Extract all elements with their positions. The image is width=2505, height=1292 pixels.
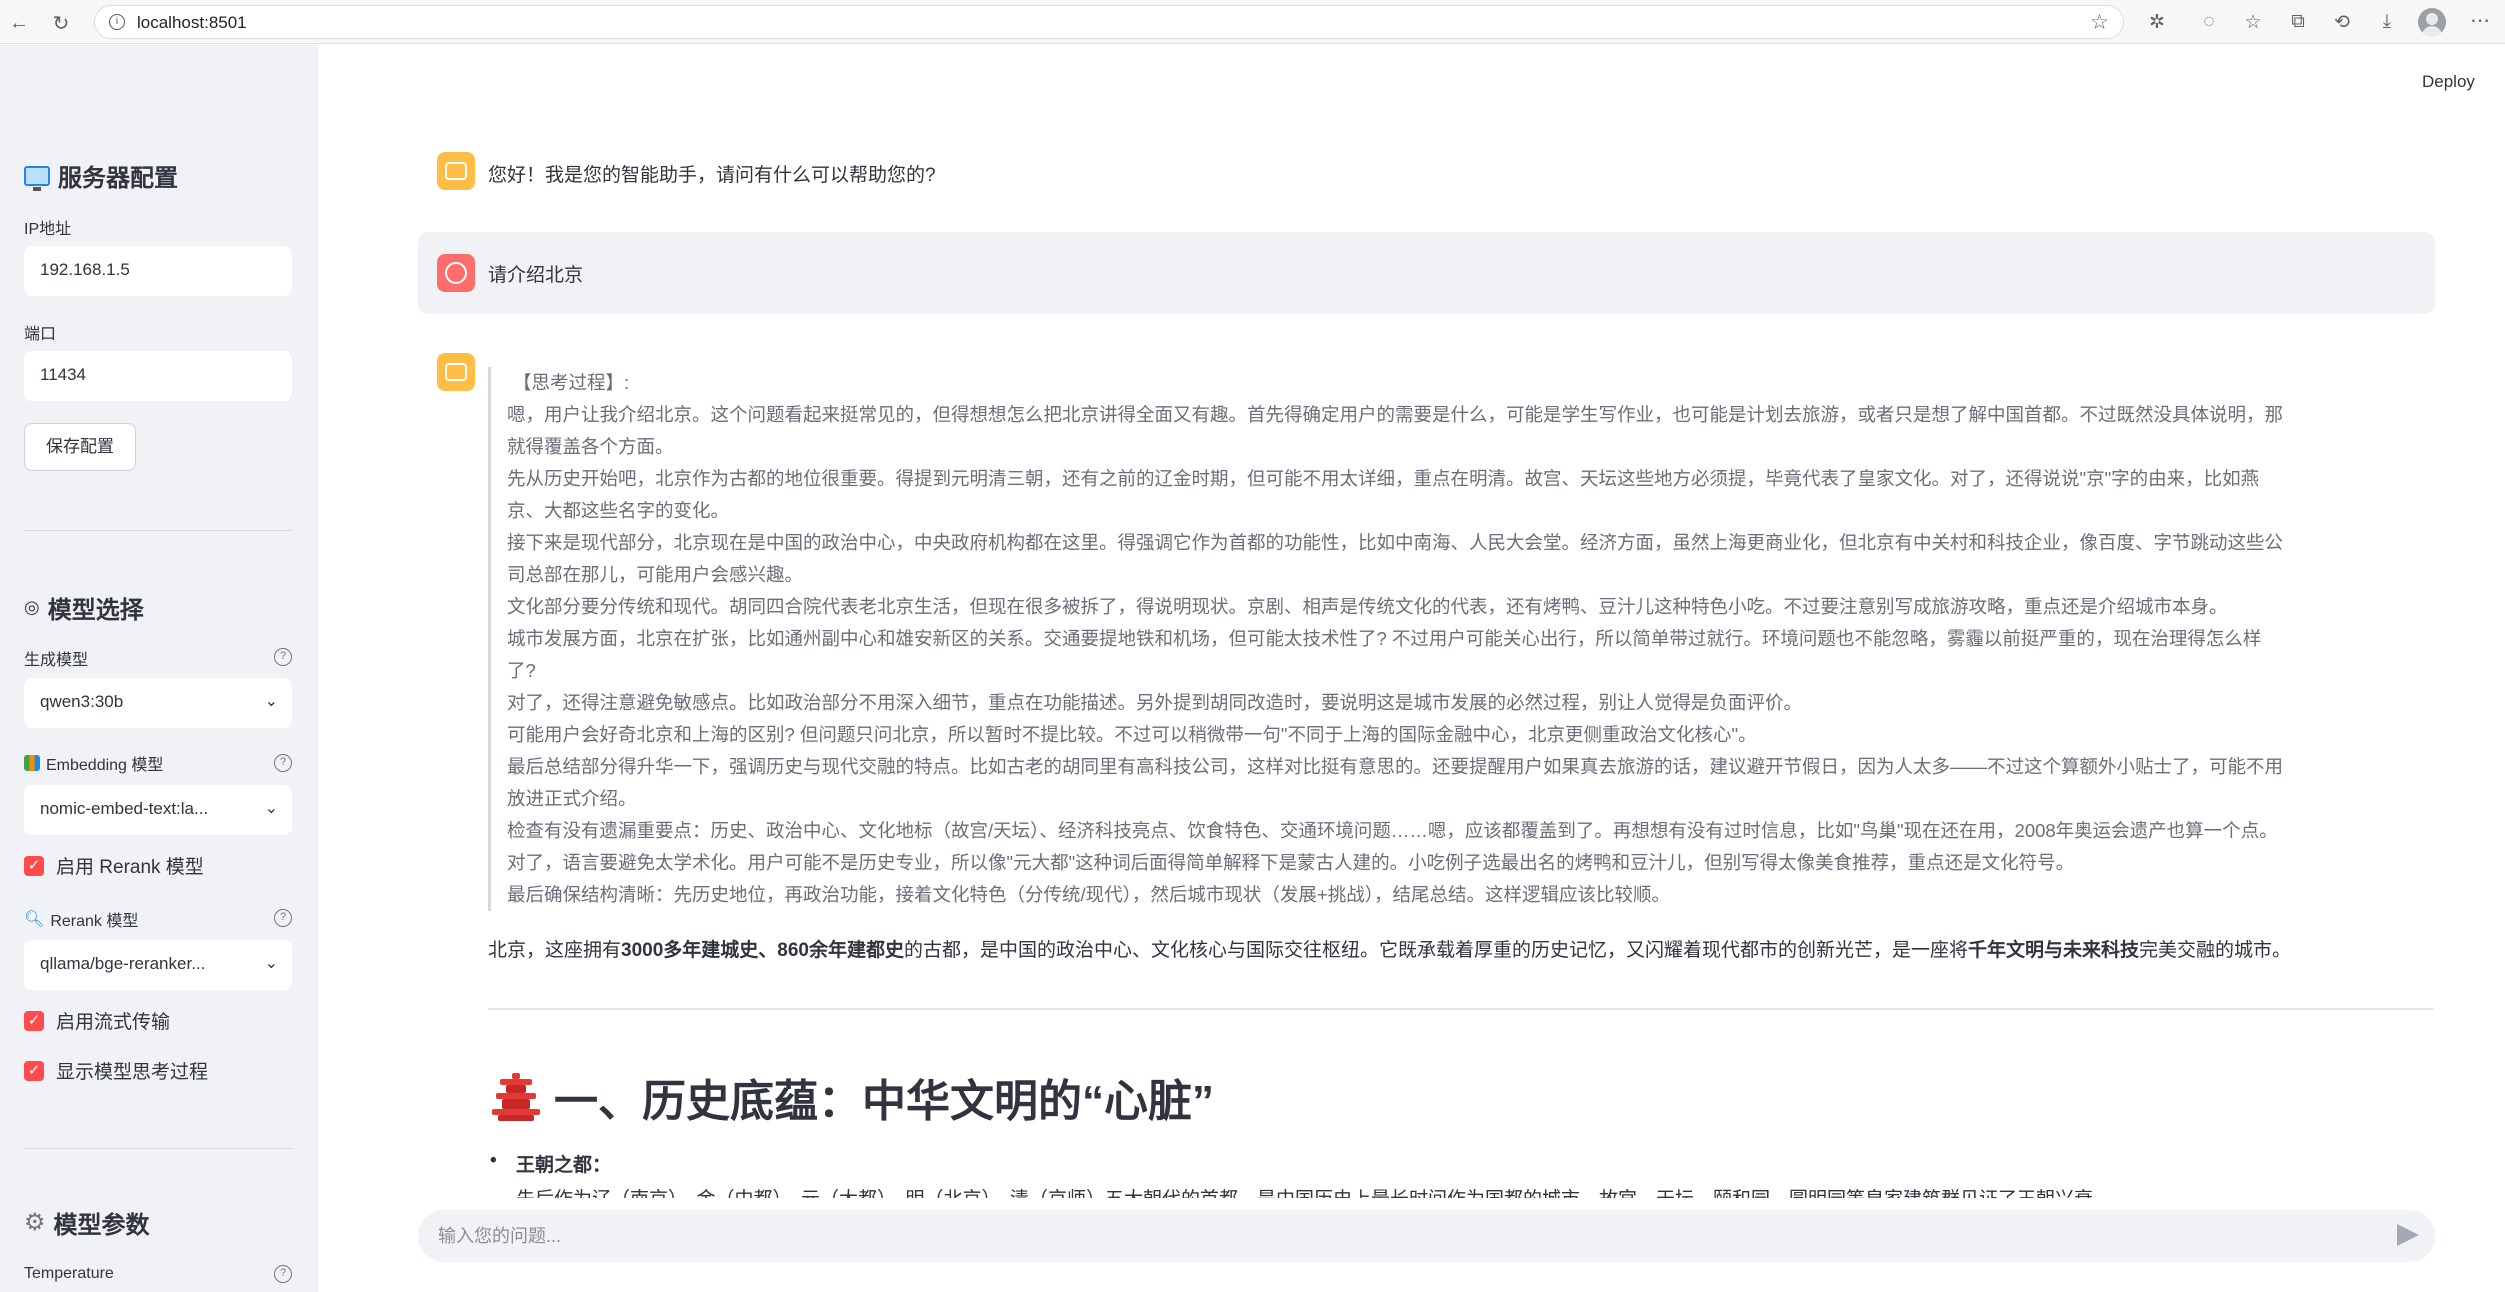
thinking-line: 城市发展方面，北京在扩张，比如通州副中心和雄安新区的关系。交通要提地铁和机场，但…: [507, 628, 2262, 649]
thinking-line: 了?: [507, 660, 536, 681]
thinking-line: 最后总结部分得升华一下，强调历史与现代交融的特点。比如古老的胡同里有高科技公司，…: [507, 756, 2284, 777]
thinking-line: 先从历史开始吧，北京作为古都的地位很重要。得提到元明清三朝，还有之前的辽金时期，…: [507, 468, 2260, 489]
thinking-line: 放进正式介绍。: [507, 788, 637, 809]
collections-icon[interactable]: ⧉: [2284, 8, 2312, 36]
section-heading: 一、历史底蕴：中华文明的“心脏”: [492, 1065, 1214, 1129]
sidebar: 服务器配置 IP地址 192.168.1.5 端口 11434 保存配置 ◎ 模…: [0, 45, 318, 1292]
embedding-select[interactable]: nomic-embed-text:la... ⌄: [24, 785, 292, 835]
url-text: localhost:8501: [137, 13, 247, 32]
address-bar[interactable]: i localhost:8501 ☆: [94, 5, 2124, 39]
downloads-icon[interactable]: ⤓: [2373, 8, 2401, 36]
port-input[interactable]: 11434: [24, 351, 292, 401]
star-icon[interactable]: ☆: [2090, 10, 2109, 35]
bot-avatar-icon: [437, 152, 475, 190]
model-select-heading: ◎ 模型选择: [24, 597, 144, 624]
thinking-process: 【思考过程】: 嗯，用户让我介绍北京。这个问题看起来挺常见的，但得想想怎么把北京讲…: [488, 367, 2428, 911]
server-config-heading: 服务器配置: [24, 158, 178, 193]
user-message-text: 请介绍北京: [488, 265, 584, 286]
gen-model-label: 生成模型: [24, 652, 89, 669]
history-icon[interactable]: ⟲: [2328, 8, 2356, 36]
rerank-select[interactable]: qllama/bge-reranker... ⌄: [24, 940, 292, 990]
thinking-line: 对了，语言要避免太学术化。用户可能不是历史专业，所以像"元大都"这种词后面得简单…: [507, 852, 2075, 873]
thinking-line: 司总部在那儿，可能用户会感兴趣。: [507, 564, 804, 585]
divider: [24, 530, 292, 531]
thinking-line: 京、大都这些名字的变化。: [507, 500, 730, 521]
divider: [24, 1148, 292, 1149]
back-icon[interactable]: ←: [4, 8, 34, 38]
deploy-button[interactable]: Deploy: [2422, 72, 2475, 92]
help-icon[interactable]: ?: [274, 754, 292, 772]
thinking-line: 嗯，用户让我介绍北京。这个问题看起来挺常见的，但得想想怎么把北京讲得全面又有趣。…: [507, 404, 2284, 425]
gear-icon: ⚙: [24, 1209, 46, 1236]
list-item: 王朝之都：: [490, 1150, 611, 1177]
stream-checkbox[interactable]: ✓ 启用流式传输: [24, 1007, 170, 1034]
assistant-greeting: 您好！我是您的智能助手，请问有什么可以帮助您的?: [488, 165, 936, 186]
show-think-checkbox[interactable]: ✓ 显示模型思考过程: [24, 1057, 208, 1084]
reload-icon[interactable]: ↻: [46, 8, 76, 38]
user-avatar-icon: [437, 254, 475, 292]
thinking-line: 【思考过程】:: [513, 372, 630, 393]
chat-input[interactable]: [438, 1222, 2338, 1250]
user-message: [418, 232, 2435, 314]
checkbox-icon[interactable]: ✓: [24, 1060, 44, 1081]
checkbox-icon[interactable]: ✓: [24, 855, 44, 876]
thinking-line: 检查有没有遗漏重要点：历史、政治中心、文化地标（故宫/天坛）、经济科技亮点、饮食…: [507, 820, 2278, 841]
rerank-checkbox[interactable]: ✓ 启用 Rerank 模型: [24, 852, 204, 879]
gen-model-select[interactable]: qwen3:30b ⌄: [24, 678, 292, 728]
more-icon[interactable]: ⋯: [2470, 8, 2490, 33]
thinking-line: 就得覆盖各个方面。: [507, 436, 674, 457]
favorites-icon[interactable]: ☆: [2239, 8, 2267, 36]
magnifier-icon: 🔍︎: [24, 911, 45, 928]
info-icon[interactable]: i: [109, 14, 125, 30]
help-icon[interactable]: ?: [274, 648, 292, 666]
browser-toolbar: ← ↻ i localhost:8501 ☆ ✲ ◌ ☆ ⧉ ⟲ ⤓ ⋯: [0, 0, 2505, 44]
copilot-icon[interactable]: ◌: [2195, 8, 2223, 36]
embedding-label: Embedding 模型: [24, 751, 163, 775]
ip-label: IP地址: [24, 221, 72, 238]
profile-icon[interactable]: [2418, 8, 2446, 36]
ip-input[interactable]: 192.168.1.5: [24, 246, 292, 296]
help-icon[interactable]: ?: [274, 909, 292, 927]
thinking-line: 可能用户会好奇北京和上海的区别? 但问题只问北京，所以暂时不提比较。不过可以稍微…: [507, 724, 1757, 745]
help-icon[interactable]: ?: [274, 1265, 292, 1283]
thinking-line: 接下来是现代部分，北京现在是中国的政治中心，中央政府机构都在这里。得强调它作为首…: [507, 532, 2284, 553]
monitor-icon: [24, 165, 50, 191]
pagoda-icon: [492, 1073, 540, 1121]
answer-paragraph: 北京，这座拥有3000多年建城史、860余年建都史的古都，是中国的政治中心、文化…: [488, 940, 2292, 961]
bot-avatar-icon: [437, 353, 475, 391]
target-icon: ◎: [24, 597, 40, 617]
thinking-line: 对了，还得注意避免敏感点。比如政治部分不用深入细节，重点在功能描述。另外提到胡同…: [507, 692, 1803, 713]
chevron-down-icon: ⌄: [264, 800, 278, 817]
rerank-label: 🔍︎ Rerank 模型: [24, 911, 139, 930]
port-label: 端口: [24, 326, 57, 343]
temperature-label: Temperature: [24, 1265, 114, 1282]
books-icon: [24, 755, 40, 771]
chevron-down-icon: ⌄: [264, 693, 278, 710]
list-item-text: 先后作为辽（南京）、金（中都）、元（大都）、明（北京）、清（京师）五大朝代的首都…: [516, 1184, 2416, 1198]
divider: [488, 1008, 2434, 1010]
chat-input-bar: [418, 1210, 2435, 1262]
thinking-line: 最后确保结构清晰：先历史地位，再政治功能，接着文化特色（分传统/现代），然后城市…: [507, 884, 1670, 905]
model-params-heading: ⚙ 模型参数: [24, 1209, 150, 1239]
extensions-icon[interactable]: ✲: [2143, 8, 2171, 36]
save-config-button[interactable]: 保存配置: [24, 423, 136, 471]
chevron-down-icon: ⌄: [264, 955, 278, 972]
thinking-line: 文化部分要分传统和现代。胡同四合院代表老北京生活，但现在很多被拆了，得说明现状。…: [507, 596, 2228, 617]
send-icon[interactable]: [2397, 1224, 2419, 1246]
checkbox-icon[interactable]: ✓: [24, 1010, 44, 1031]
